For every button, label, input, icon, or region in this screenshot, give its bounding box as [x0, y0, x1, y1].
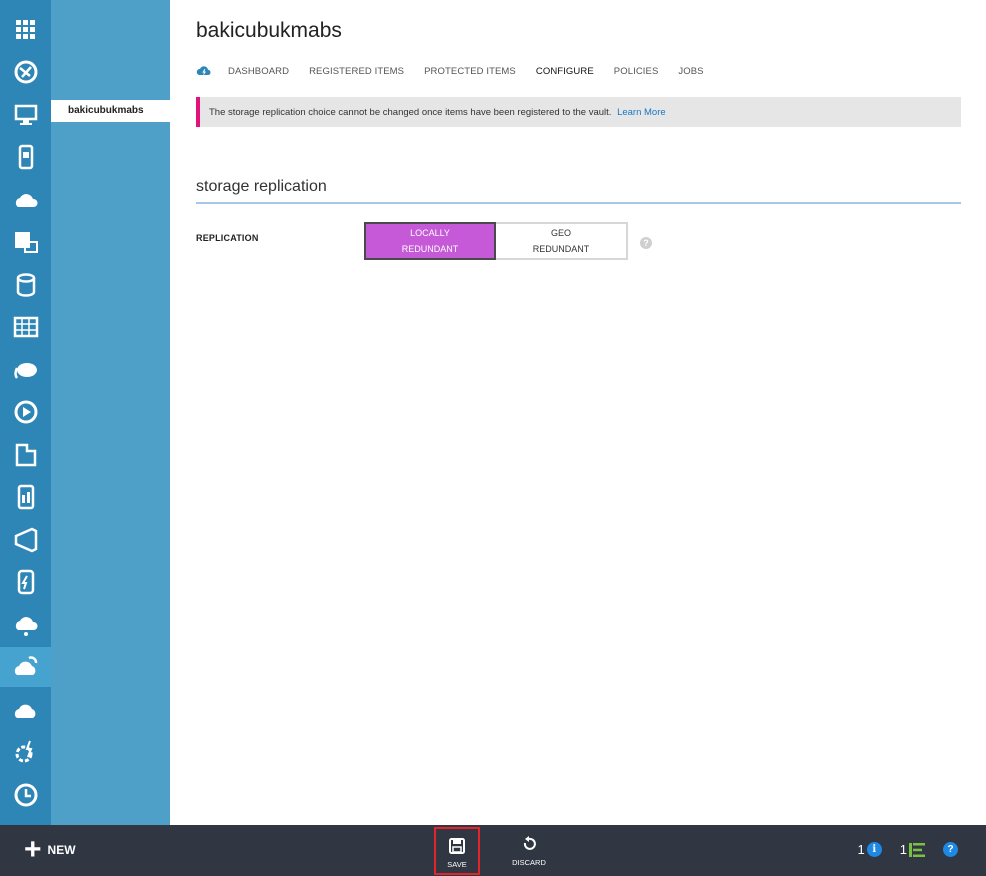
- rail-item-scheduler[interactable]: [0, 775, 51, 815]
- plus-icon: +: [24, 833, 42, 866]
- geo-redundant-option[interactable]: GEO REDUNDANT: [496, 222, 628, 260]
- tab-policies[interactable]: POLICIES: [614, 66, 659, 77]
- rail-item-mobile-services[interactable]: [0, 137, 51, 177]
- tab-dashboard[interactable]: DASHBOARD: [228, 66, 289, 77]
- new-button[interactable]: + NEW: [24, 833, 76, 866]
- media-services-icon: [14, 400, 37, 424]
- rail-item-storage[interactable]: [0, 307, 51, 347]
- main-content: bakicubukmabs DASHBOARD REGISTERED ITEMS…: [170, 0, 986, 825]
- undo-icon: [523, 836, 536, 850]
- option-line: GEO: [550, 228, 571, 238]
- rail-item-automation[interactable]: [0, 732, 51, 772]
- mobile-services-icon: [18, 144, 33, 170]
- option-line: LOCALLY: [410, 228, 450, 238]
- operations-list-icon[interactable]: [909, 842, 925, 857]
- cdn-icon: [14, 704, 35, 718]
- command-bar: + NEW SAVE DISCARD 1 i 1 ?: [0, 825, 986, 876]
- rail-item-media-services[interactable]: [0, 392, 51, 432]
- sql-databases-icon: [16, 273, 35, 297]
- visual-studio-icon: [14, 527, 37, 553]
- portal-window: bakicubukmabs bakicubukmabs DASHBOARD RE…: [0, 0, 986, 876]
- rail-item-web-sites[interactable]: [0, 52, 51, 92]
- rail-item-cache[interactable]: [0, 562, 51, 602]
- locally-redundant-option[interactable]: LOCALLY REDUNDANT: [364, 222, 496, 260]
- automation-icon: [15, 740, 32, 763]
- new-label: NEW: [47, 843, 76, 857]
- resource-nav-item-bakicubukmabs[interactable]: bakicubukmabs: [51, 100, 170, 122]
- rail-item-visual-studio[interactable]: [0, 520, 51, 560]
- page-title: bakicubukmabs: [196, 19, 342, 42]
- operations-count: 1: [899, 842, 907, 857]
- rail-item-recovery-services[interactable]: [0, 647, 51, 687]
- rail-item-mobile-engagement[interactable]: [0, 477, 51, 517]
- rail-item-all-items[interactable]: [0, 10, 51, 50]
- mobile-engagement-icon: [17, 484, 34, 510]
- rail-item-sql-databases[interactable]: [0, 265, 51, 305]
- notice-text: The storage replication choice cannot be…: [209, 107, 612, 118]
- cloud-services-icon: [15, 194, 38, 207]
- cloud-lightning-icon: [196, 66, 211, 76]
- biztalk-icon: [15, 617, 38, 636]
- rail-item-cloud-services[interactable]: [0, 180, 51, 220]
- tab-configure[interactable]: CONFIGURE: [536, 66, 594, 77]
- discard-label: DISCARD: [512, 858, 546, 867]
- save-button[interactable]: SAVE: [434, 827, 480, 875]
- option-line: REDUNDANT: [401, 244, 459, 254]
- recovery-services-icon: [14, 656, 37, 675]
- rail-item-batch[interactable]: [0, 222, 51, 262]
- hdinsight-icon: [13, 363, 37, 379]
- rail-item-biztalk[interactable]: [0, 605, 51, 645]
- info-count: 1: [857, 842, 865, 857]
- save-label: SAVE: [447, 860, 467, 869]
- rail-item-cdn[interactable]: [0, 690, 51, 730]
- cache-icon: [17, 569, 34, 595]
- tab-bar: DASHBOARD REGISTERED ITEMS PROTECTED ITE…: [196, 64, 724, 78]
- tab-jobs[interactable]: JOBS: [678, 66, 703, 77]
- rail-item-hdinsight[interactable]: [0, 350, 51, 390]
- discard-button[interactable]: DISCARD: [506, 827, 552, 875]
- tab-registered-items[interactable]: REGISTERED ITEMS: [309, 66, 404, 77]
- service-bus-icon: [15, 443, 36, 467]
- status-area: 1 i 1 ?: [858, 842, 958, 857]
- replication-toggle: LOCALLY REDUNDANT GEO REDUNDANT: [364, 222, 628, 260]
- replication-label: REPLICATION: [196, 233, 259, 243]
- save-icon: [449, 838, 465, 854]
- web-sites-icon: [14, 60, 37, 84]
- rail-item-virtual-machines[interactable]: [0, 95, 51, 135]
- scheduler-icon: [14, 783, 37, 807]
- rail-item-service-bus[interactable]: [0, 435, 51, 475]
- tab-protected-items[interactable]: PROTECTED ITEMS: [424, 66, 516, 77]
- batch-icon: [14, 232, 38, 253]
- info-icon[interactable]: i: [866, 842, 882, 857]
- section-divider: [196, 202, 961, 204]
- section-title: storage replication: [196, 178, 327, 195]
- learn-more-link[interactable]: Learn More: [617, 107, 666, 118]
- service-rail: [0, 0, 51, 825]
- info-notice: The storage replication choice cannot be…: [196, 97, 961, 127]
- resource-nav: bakicubukmabs: [51, 0, 170, 825]
- option-line: REDUNDANT: [532, 244, 590, 254]
- help-icon[interactable]: ?: [640, 237, 652, 249]
- virtual-machines-icon: [14, 104, 37, 125]
- storage-icon: [13, 316, 38, 338]
- help-icon[interactable]: ?: [943, 842, 958, 857]
- all-items-icon: [15, 20, 35, 39]
